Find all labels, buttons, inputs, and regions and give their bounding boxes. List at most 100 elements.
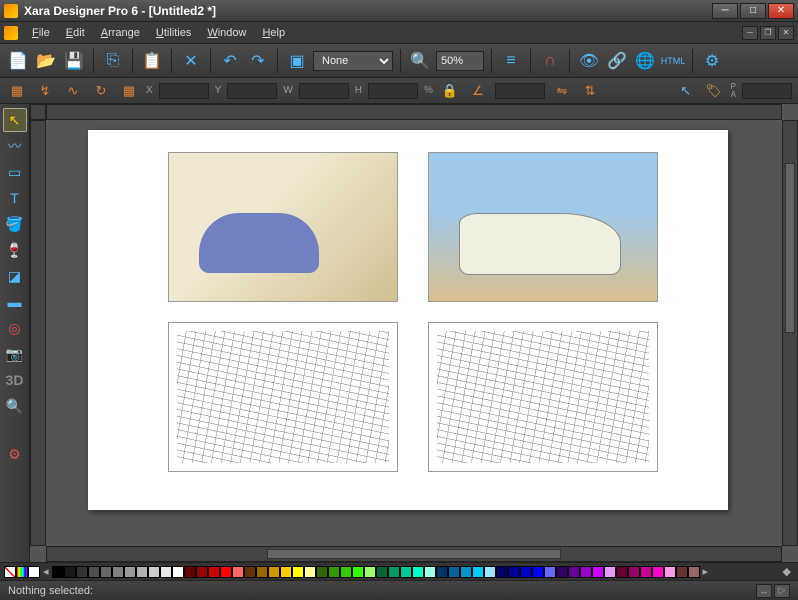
ruler-horizontal[interactable] <box>46 104 782 120</box>
swatch-white[interactable] <box>28 566 40 578</box>
color-swatch[interactable] <box>388 566 400 578</box>
lock-aspect-icon[interactable]: 🔒 <box>439 81 461 101</box>
color-swatch[interactable] <box>532 566 544 578</box>
colorbar-left-arrow[interactable]: ◂ <box>40 565 52 578</box>
color-swatch[interactable] <box>412 566 424 578</box>
quality-select[interactable]: None <box>313 51 393 71</box>
html-button[interactable]: HTML <box>661 49 685 73</box>
color-swatch[interactable] <box>340 566 352 578</box>
preview-button[interactable]: 👁 <box>577 49 601 73</box>
color-swatch[interactable] <box>88 566 100 578</box>
color-swatch[interactable] <box>628 566 640 578</box>
swatch-rainbow[interactable] <box>16 566 28 578</box>
angle-field[interactable] <box>495 83 545 99</box>
color-swatch[interactable] <box>232 566 244 578</box>
doc-icon[interactable] <box>4 26 18 40</box>
colorbar-menu-arrow[interactable]: ◆ <box>780 565 794 578</box>
redo-button[interactable]: ↷ <box>246 49 270 73</box>
menu-edit[interactable]: Edit <box>58 25 93 41</box>
mdi-close-button[interactable]: ✕ <box>778 26 794 40</box>
color-swatch[interactable] <box>688 566 700 578</box>
mdi-minimize-button[interactable]: ─ <box>742 26 758 40</box>
transparency-tool[interactable]: 🍷 <box>3 238 27 262</box>
ruler-vertical[interactable] <box>30 120 46 546</box>
color-swatch[interactable] <box>172 566 184 578</box>
select-mode-icon[interactable]: ▦ <box>6 81 28 101</box>
color-swatch[interactable] <box>460 566 472 578</box>
rotate-icon[interactable]: ↻ <box>90 81 112 101</box>
options-button[interactable]: ⚙ <box>700 49 724 73</box>
color-swatch[interactable] <box>124 566 136 578</box>
color-swatch[interactable] <box>64 566 76 578</box>
color-swatch[interactable] <box>556 566 568 578</box>
zoom-icon[interactable]: 🔍 <box>408 49 432 73</box>
minimize-button[interactable]: ─ <box>712 3 738 19</box>
color-swatch[interactable] <box>148 566 160 578</box>
x-field[interactable] <box>159 83 209 99</box>
h-field[interactable] <box>368 83 418 99</box>
color-swatch[interactable] <box>664 566 676 578</box>
scrollbar-horizontal[interactable] <box>46 546 782 562</box>
color-swatch[interactable] <box>208 566 220 578</box>
menu-file[interactable]: File <box>24 25 58 41</box>
color-swatch[interactable] <box>484 566 496 578</box>
color-swatch[interactable] <box>352 566 364 578</box>
menu-window[interactable]: Window <box>199 25 254 41</box>
color-swatch[interactable] <box>616 566 628 578</box>
color-swatch[interactable] <box>508 566 520 578</box>
color-swatch[interactable] <box>436 566 448 578</box>
w-field[interactable] <box>299 83 349 99</box>
web-button[interactable]: 🌐 <box>633 49 657 73</box>
grid-icon[interactable]: ▦ <box>118 81 140 101</box>
color-swatch[interactable] <box>220 566 232 578</box>
maximize-button[interactable]: □ <box>740 3 766 19</box>
color-swatch[interactable] <box>316 566 328 578</box>
zoom-input[interactable] <box>436 51 484 71</box>
scrollbar-h-thumb[interactable] <box>267 549 561 559</box>
artwork-bathtub-sketch[interactable] <box>168 322 398 472</box>
fill-tool[interactable]: 🪣 <box>3 212 27 236</box>
status-snap-indicator-icon[interactable]: ▷ <box>774 584 790 598</box>
color-swatch[interactable] <box>544 566 556 578</box>
menu-help[interactable]: Help <box>254 25 293 41</box>
color-swatch[interactable] <box>256 566 268 578</box>
settings-tool[interactable]: ⚙ <box>3 442 27 466</box>
save-button[interactable]: 💾 <box>62 49 86 73</box>
tag-icon[interactable]: 🏷 <box>703 81 725 101</box>
extrude-tool[interactable]: 3D <box>3 368 27 392</box>
ruler-corner[interactable] <box>30 104 46 120</box>
color-swatch[interactable] <box>520 566 532 578</box>
color-swatch[interactable] <box>376 566 388 578</box>
color-swatch[interactable] <box>244 566 256 578</box>
contour-tool[interactable]: ◎ <box>3 316 27 340</box>
menu-utilities[interactable]: Utilities <box>148 25 199 41</box>
color-swatch[interactable] <box>112 566 124 578</box>
pa-field[interactable] <box>742 83 792 99</box>
color-swatch[interactable] <box>424 566 436 578</box>
color-swatch[interactable] <box>568 566 580 578</box>
shadow-tool[interactable]: ◪ <box>3 264 27 288</box>
color-swatch[interactable] <box>604 566 616 578</box>
menu-arrange[interactable]: Arrange <box>93 25 148 41</box>
color-swatch[interactable] <box>292 566 304 578</box>
color-swatch[interactable] <box>52 566 64 578</box>
artwork-boat-sketch[interactable] <box>428 322 658 472</box>
flip-h-icon[interactable]: ⇋ <box>551 81 573 101</box>
color-swatch[interactable] <box>160 566 172 578</box>
color-swatch[interactable] <box>496 566 508 578</box>
color-swatch[interactable] <box>580 566 592 578</box>
photo-tool[interactable]: 📷 <box>3 342 27 366</box>
color-swatch[interactable] <box>184 566 196 578</box>
color-swatch[interactable] <box>640 566 652 578</box>
color-swatch[interactable] <box>448 566 460 578</box>
link-button[interactable]: 🔗 <box>605 49 629 73</box>
close-button[interactable]: ✕ <box>768 3 794 19</box>
zoom-tool[interactable]: 🔍 <box>3 394 27 418</box>
bevel-tool[interactable]: ▬ <box>3 290 27 314</box>
color-swatch[interactable] <box>280 566 292 578</box>
scrollbar-v-thumb[interactable] <box>785 163 795 333</box>
line-width-button[interactable]: ≡ <box>499 49 523 73</box>
color-swatch[interactable] <box>676 566 688 578</box>
color-swatch[interactable] <box>304 566 316 578</box>
color-swatch[interactable] <box>136 566 148 578</box>
